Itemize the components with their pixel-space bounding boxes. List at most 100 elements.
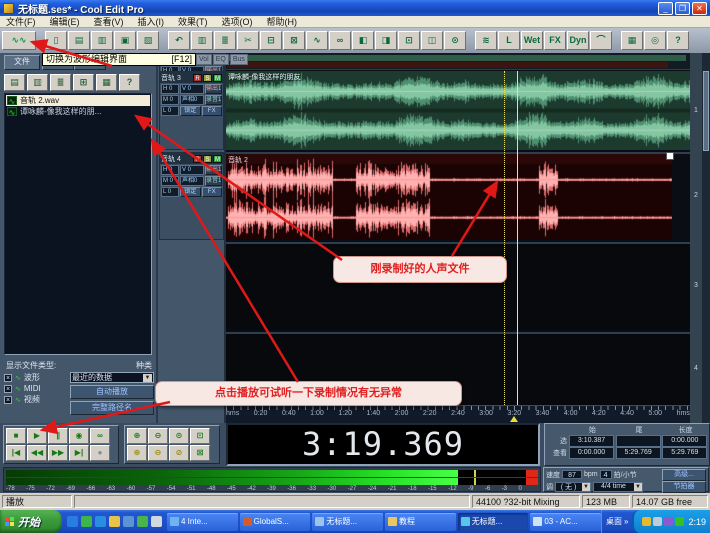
view-length-value[interactable]: 5:29.769 xyxy=(662,447,708,459)
toolbar-button[interactable]: ▯ xyxy=(45,31,67,50)
desktop-toolbar[interactable]: 桌面 » xyxy=(601,510,632,533)
toolbar-button[interactable]: ∞ xyxy=(329,31,351,50)
track-panel-tab[interactable]: Vol xyxy=(196,54,212,65)
solo-button[interactable]: S xyxy=(203,73,212,82)
record-device-button[interactable]: 录音1 xyxy=(205,176,222,186)
transport-button[interactable]: ▶▶ xyxy=(48,445,68,461)
transport-button[interactable]: ∥ xyxy=(48,428,68,444)
output-device-button[interactable]: 输出1 xyxy=(205,165,222,175)
taskbar-task-button[interactable]: 03 - AC... xyxy=(530,512,602,531)
tray-icon-4[interactable] xyxy=(675,517,685,526)
arrange-area[interactable]: 谭咏麟-像我这样的朋友 音轨 2 hms 0:20 0:40 1:00 1:20 1:40… xyxy=(226,53,690,423)
auto-play-button[interactable]: 自动播放 xyxy=(70,385,154,399)
zoom-button[interactable]: ⊕ xyxy=(127,445,147,461)
toolbar-button[interactable]: ▣ xyxy=(114,31,136,50)
minimize-button[interactable]: _ xyxy=(658,1,673,15)
lock-button[interactable]: 锁定 xyxy=(180,187,201,197)
eq-mid-field[interactable]: M 0 xyxy=(161,176,179,186)
selection-start-value[interactable]: 3:10.387 xyxy=(569,435,614,447)
vertical-scrollbar[interactable] xyxy=(702,53,710,423)
advanced-button[interactable]: 高级... xyxy=(662,468,706,481)
transport-button[interactable]: ■ xyxy=(6,428,26,444)
filetype-checkbox[interactable] xyxy=(4,373,12,382)
file-list-item[interactable]: ∿ 音轨 2.wav xyxy=(6,95,150,106)
tab-files[interactable]: 文件 xyxy=(4,55,40,70)
record-arm-button[interactable]: R xyxy=(193,73,202,82)
quick-launch-icon[interactable] xyxy=(137,516,148,527)
selection-end-value[interactable] xyxy=(615,435,661,447)
taskbar-task-button[interactable]: 教程 xyxy=(385,512,456,531)
restore-button[interactable]: ❐ xyxy=(675,1,690,15)
eq-high-field[interactable]: H 0 xyxy=(161,84,179,94)
volume-field[interactable]: V 0 xyxy=(180,84,204,94)
zoom-button[interactable]: ⊡ xyxy=(190,428,210,444)
track2-waveform[interactable] xyxy=(226,154,672,240)
toolbar-button[interactable]: ⊟ xyxy=(260,31,282,50)
bpm-field[interactable]: 87 xyxy=(562,470,582,479)
toolbar-button[interactable]: FX xyxy=(544,31,566,50)
time-display[interactable]: 3:19.369 xyxy=(226,423,540,466)
eq-low-field[interactable]: L 0 xyxy=(161,106,179,116)
menu-item[interactable]: 效果(T) xyxy=(178,15,208,28)
tray-icon-2[interactable] xyxy=(653,517,663,526)
eq-low-field[interactable]: L 0 xyxy=(161,187,179,197)
file-panel-button[interactable]: ≣ xyxy=(50,74,71,91)
quick-launch-icon[interactable] xyxy=(123,516,134,527)
taskbar-task-button[interactable]: GlobalS... xyxy=(239,512,311,531)
toolbar-button[interactable]: ↶ xyxy=(168,31,190,50)
scrollbar-thumb[interactable] xyxy=(703,71,709,151)
toolbar-button[interactable]: ▥ xyxy=(91,31,113,50)
toolbar-button[interactable]: ∿ xyxy=(306,31,328,50)
menu-item[interactable]: 文件(F) xyxy=(6,15,36,28)
toolbar-button[interactable]: ≣ xyxy=(214,31,236,50)
tray-icon-3[interactable] xyxy=(664,517,674,526)
zoom-button[interactable]: ⊠ xyxy=(190,445,210,461)
tray-icon-1[interactable] xyxy=(642,517,652,526)
track1-lane[interactable]: 谭咏麟-像我这样的朋友 xyxy=(226,71,690,150)
view-end-value[interactable]: 5:29.769 xyxy=(615,447,661,459)
toolbar-button[interactable]: ◫ xyxy=(421,31,443,50)
zoom-button[interactable]: ⊙ xyxy=(169,428,189,444)
track2-clip[interactable]: 音轨 2 xyxy=(226,152,674,240)
track-panel-tab[interactable]: EQ xyxy=(212,54,229,65)
toolbar-button[interactable]: ⊙ xyxy=(444,31,466,50)
quick-launch-icon[interactable] xyxy=(67,516,78,527)
volume-field[interactable]: V 0 xyxy=(180,165,204,175)
filetype-checkbox[interactable] xyxy=(4,395,12,404)
transport-button[interactable]: ◉ xyxy=(69,428,89,444)
file-panel-button[interactable]: ⊞ xyxy=(73,74,94,91)
full-path-button[interactable]: 完整路径名 xyxy=(70,401,154,415)
lock-button[interactable]: 锁定 xyxy=(180,106,201,116)
menu-item[interactable]: 插入(I) xyxy=(138,15,165,28)
output-device-button[interactable]: 输出1 xyxy=(205,84,222,94)
solo-button[interactable]: S xyxy=(203,154,212,163)
fx-button[interactable]: FX xyxy=(201,187,222,197)
toolbar-button[interactable]: ∿∿ xyxy=(2,31,36,50)
menu-item[interactable]: 查看(V) xyxy=(94,15,124,28)
selection-length-value[interactable]: 0:00.000 xyxy=(662,435,708,447)
zoom-button[interactable]: ⊖ xyxy=(148,445,168,461)
taskbar-task-button[interactable]: 无标题... xyxy=(312,512,384,531)
eq-high-field[interactable]: H 0 xyxy=(161,165,179,175)
transport-button[interactable]: ∞ xyxy=(90,428,110,444)
track1-waveform[interactable] xyxy=(226,71,690,150)
zoom-button[interactable]: ⊘ xyxy=(169,445,189,461)
toolbar-button[interactable]: ✂ xyxy=(237,31,259,50)
file-list[interactable]: ∿ 音轨 2.wav ∿ 谭咏麟-像我这样的朋... xyxy=(4,93,152,355)
toolbar-button[interactable]: ⊡ xyxy=(398,31,420,50)
level-meter[interactable]: -78 -75 -72 -69 -66 -63 -60 -57 -54 -51 -48 -45 -42-… xyxy=(3,467,541,492)
quick-launch-icon[interactable] xyxy=(95,516,106,527)
key-dropdown[interactable]: ( 无 ) ▼ xyxy=(555,481,591,492)
record-arm-button[interactable]: R xyxy=(193,154,202,163)
transport-button[interactable]: ▶ xyxy=(27,428,47,444)
taskbar-task-button[interactable]: 4 Inte... xyxy=(167,512,238,531)
transport-button[interactable]: |◀ xyxy=(6,445,26,461)
playhead-marker-icon[interactable] xyxy=(510,416,518,422)
toolbar-button[interactable]: L xyxy=(498,31,520,50)
view-start-value[interactable]: 0:00.000 xyxy=(569,447,614,459)
transport-button[interactable]: ▶| xyxy=(69,445,89,461)
track2-lane[interactable]: 音轨 2 xyxy=(226,152,690,240)
track-title[interactable]: 音轨 4 xyxy=(161,154,181,164)
meter-clip-indicator[interactable] xyxy=(526,470,538,477)
eq-mid-field[interactable]: M 0 xyxy=(161,95,179,105)
